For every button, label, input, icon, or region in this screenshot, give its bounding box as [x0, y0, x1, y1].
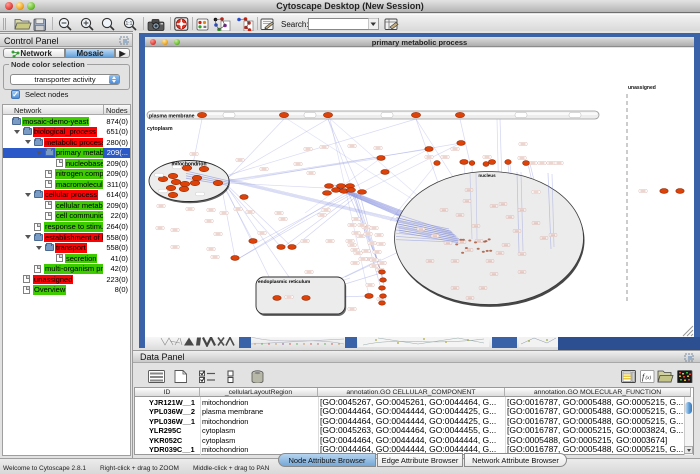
svg-text:cytoplasm: cytoplasm — [147, 126, 173, 132]
svg-text:1:1: 1:1 — [126, 21, 133, 27]
svg-text:unassigned: unassigned — [628, 85, 656, 91]
svg-text:nucleus: nucleus — [478, 173, 496, 178]
svg-text:endoplasmic reticulum: endoplasmic reticulum — [258, 279, 310, 285]
svg-text:plasma membrane: plasma membrane — [149, 114, 195, 120]
svg-text:(x): (x) — [646, 376, 652, 381]
